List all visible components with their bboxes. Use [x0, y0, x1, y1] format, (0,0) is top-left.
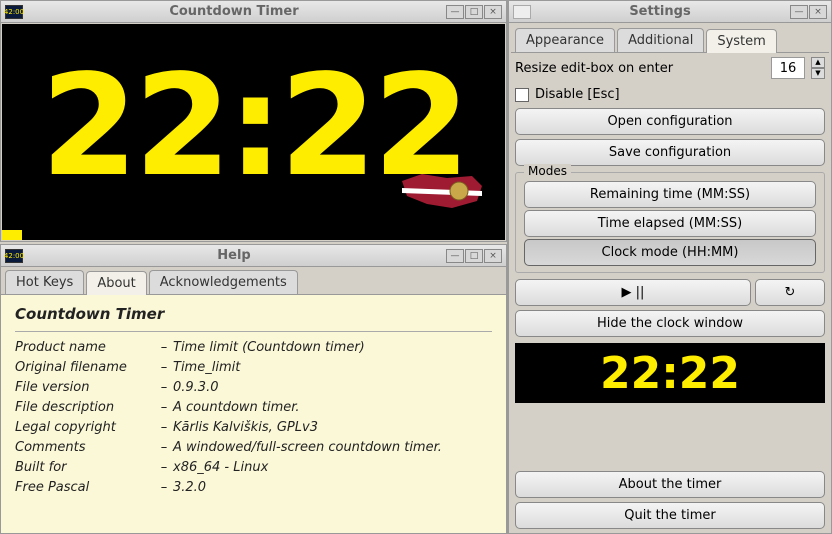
timer-progress-bar: [2, 230, 22, 240]
settings-minimize-button[interactable]: —: [790, 5, 808, 19]
about-info-row: Free Pascal–3.2.0: [15, 480, 492, 495]
tab-hot-keys[interactable]: Hot Keys: [5, 270, 84, 294]
info-label: Comments: [15, 440, 155, 455]
timer-window-title: Countdown Timer: [23, 4, 445, 19]
modes-legend: Modes: [524, 164, 571, 178]
time-elapsed-button[interactable]: Time elapsed (MM:SS): [524, 210, 816, 237]
resize-spinner[interactable]: ▲▼: [811, 57, 825, 79]
tab-about[interactable]: About: [86, 271, 146, 295]
about-info-row: Built for–x86_64 - Linux: [15, 460, 492, 475]
info-label: Built for: [15, 460, 155, 475]
info-label: Product name: [15, 340, 155, 355]
info-dash: –: [155, 380, 173, 395]
settings-close-button[interactable]: ×: [809, 5, 827, 19]
info-label: Legal copyright: [15, 420, 155, 435]
info-value: Time_limit: [173, 360, 492, 375]
info-dash: –: [155, 400, 173, 415]
minimize-button[interactable]: —: [446, 5, 464, 19]
remaining-time-button[interactable]: Remaining time (MM:SS): [524, 181, 816, 208]
clock-mode-button[interactable]: Clock mode (HH:MM): [524, 239, 816, 266]
about-panel: Countdown Timer Product name–Time limit …: [1, 295, 506, 533]
help-minimize-button[interactable]: —: [446, 249, 464, 263]
about-info-row: Product name–Time limit (Countdown timer…: [15, 340, 492, 355]
close-button[interactable]: ×: [484, 5, 502, 19]
info-value: x86_64 - Linux: [173, 460, 492, 475]
clock-preview-text: 22:22: [600, 348, 740, 399]
clock-preview: 22:22: [515, 343, 825, 403]
about-heading: Countdown Timer: [15, 305, 492, 323]
about-info-row: File description–A countdown timer.: [15, 400, 492, 415]
help-titlebar: 42:00 Help — □ ×: [0, 244, 507, 266]
help-tabs: Hot Keys About Acknowledgements: [1, 267, 506, 295]
tab-additional[interactable]: Additional: [617, 28, 704, 52]
modes-fieldset: Modes Remaining time (MM:SS) Time elapse…: [515, 172, 825, 273]
about-info-row: Comments–A windowed/full-screen countdow…: [15, 440, 492, 455]
info-value: A countdown timer.: [173, 400, 492, 415]
maximize-button[interactable]: □: [465, 5, 483, 19]
latvia-flag-icon: [397, 166, 487, 216]
info-dash: –: [155, 420, 173, 435]
timer-titlebar: 42:00 Countdown Timer — □ ×: [0, 0, 507, 22]
quit-the-timer-button[interactable]: Quit the timer: [515, 502, 825, 529]
info-label: File version: [15, 380, 155, 395]
about-info-row: Original filename–Time_limit: [15, 360, 492, 375]
settings-titlebar: Settings — ×: [508, 0, 832, 22]
timer-progress: [2, 230, 505, 240]
info-value: Time limit (Countdown timer): [173, 340, 492, 355]
about-info-row: Legal copyright–Kārlis Kalviškis, GPLv3: [15, 420, 492, 435]
about-info-row: File version–0.9.3.0: [15, 380, 492, 395]
info-dash: –: [155, 480, 173, 495]
info-dash: –: [155, 360, 173, 375]
open-configuration-button[interactable]: Open configuration: [515, 108, 825, 135]
info-label: File description: [15, 400, 155, 415]
help-window-title: Help: [23, 248, 445, 263]
play-pause-button[interactable]: ▶ ||: [515, 279, 751, 306]
info-value: A windowed/full-screen countdown timer.: [173, 440, 492, 455]
settings-app-icon: [513, 5, 531, 19]
info-dash: –: [155, 440, 173, 455]
info-label: Original filename: [15, 360, 155, 375]
tab-system[interactable]: System: [706, 29, 776, 53]
tab-acknowledgements[interactable]: Acknowledgements: [149, 270, 298, 294]
disable-esc-label: Disable [Esc]: [535, 87, 620, 102]
help-maximize-button[interactable]: □: [465, 249, 483, 263]
spin-up-icon[interactable]: ▲: [811, 57, 825, 68]
info-value: 3.2.0: [173, 480, 492, 495]
reload-button[interactable]: ↻: [755, 279, 825, 306]
tab-appearance[interactable]: Appearance: [515, 28, 615, 52]
settings-window: Appearance Additional System Resize edit…: [508, 22, 832, 534]
info-dash: –: [155, 340, 173, 355]
disable-esc-checkbox[interactable]: [515, 88, 529, 102]
help-window: Hot Keys About Acknowledgements Countdow…: [0, 266, 507, 534]
help-close-button[interactable]: ×: [484, 249, 502, 263]
info-dash: –: [155, 460, 173, 475]
info-value: Kārlis Kalviškis, GPLv3: [173, 420, 492, 435]
save-configuration-button[interactable]: Save configuration: [515, 139, 825, 166]
resize-label: Resize edit-box on enter: [515, 61, 765, 76]
timer-app-icon: 42:00: [5, 5, 23, 19]
hide-clock-window-button[interactable]: Hide the clock window: [515, 310, 825, 337]
timer-window: 22:22: [0, 22, 507, 242]
info-label: Free Pascal: [15, 480, 155, 495]
resize-editbox-input[interactable]: [771, 57, 805, 79]
settings-window-title: Settings: [531, 4, 789, 19]
settings-tabs: Appearance Additional System: [511, 25, 829, 53]
help-app-icon: 42:00: [5, 249, 23, 263]
spin-down-icon[interactable]: ▼: [811, 68, 825, 79]
about-the-timer-button[interactable]: About the timer: [515, 471, 825, 498]
timer-display: 22:22: [2, 24, 505, 230]
info-value: 0.9.3.0: [173, 380, 492, 395]
